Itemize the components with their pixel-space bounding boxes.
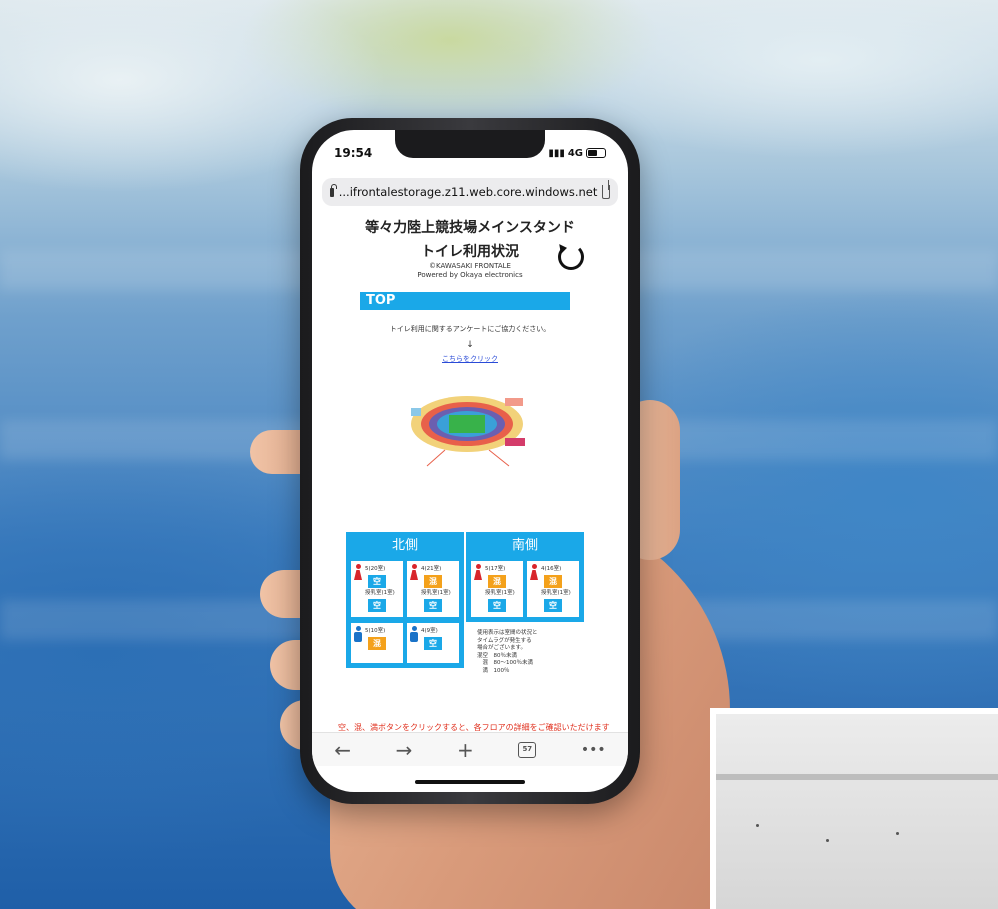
female-icon xyxy=(474,564,482,580)
south-side-panel: 南側 5(17室) 混 授乳室(1室) 空 4(16室) 混 授乳室(1室) 空 xyxy=(466,532,584,622)
page-title-line1: 等々力陸上競技場メインスタンド xyxy=(365,220,575,236)
status-button[interactable]: 混 xyxy=(368,637,386,650)
status-button[interactable]: 混 xyxy=(544,575,562,588)
north-female-5-cell: 5(20室) 空 授乳室(1室) 空 xyxy=(351,561,403,617)
reload-icon[interactable] xyxy=(558,244,584,270)
male-icon xyxy=(410,626,418,642)
status-bar: 19:54 ▮▮▮ 4G xyxy=(334,144,606,162)
survey-text: トイレ利用に関するアンケートにご協力ください。 xyxy=(389,325,551,333)
female-icon xyxy=(530,564,538,580)
legend-line: 満 100％ xyxy=(477,667,510,674)
browser-toolbar: ← → + 57 ••• xyxy=(312,732,628,766)
new-tab-plus-icon[interactable]: + xyxy=(457,738,474,762)
status-button[interactable]: 混 xyxy=(424,575,442,588)
legend-line: 混空 80％未満 xyxy=(477,652,517,659)
tabs-count-button[interactable]: 57 xyxy=(518,741,537,758)
white-device xyxy=(710,708,998,909)
male-icon xyxy=(354,626,362,642)
more-menu-icon[interactable]: ••• xyxy=(581,742,606,758)
legend-line: 場合がございます。 xyxy=(477,645,526,651)
battery-icon xyxy=(586,148,606,158)
status-time: 19:54 xyxy=(334,146,373,160)
url-text[interactable]: ...ifrontalestorage.z11.web.core.windows… xyxy=(339,185,598,199)
usage-legend: 使用表示は室間の状況と タイムラグが発生する 場合がございます。 混空 80％未… xyxy=(477,630,567,675)
nursing-room-label: 授乳室(1室) xyxy=(421,590,451,596)
share-icon[interactable] xyxy=(602,180,610,199)
home-indicator xyxy=(415,780,525,784)
forward-arrow-icon[interactable]: → xyxy=(396,738,413,762)
north-side-panel: 北側 5(20室) 空 授乳室(1室) 空 4(21室) 混 授乳室(1室) 空… xyxy=(346,532,464,668)
nursing-room-label: 授乳室(1室) xyxy=(365,590,395,596)
legend-line: タイムラグが発生する xyxy=(477,637,532,644)
network-type: 4G xyxy=(567,147,583,159)
signal-icon: ▮▮▮ xyxy=(548,147,565,159)
back-arrow-icon[interactable]: ← xyxy=(334,738,351,762)
nursing-room-label: 授乳室(1室) xyxy=(541,590,571,596)
nursing-status-button[interactable]: 空 xyxy=(488,599,506,612)
north-female-4-cell: 4(21室) 混 授乳室(1室) 空 xyxy=(407,561,459,617)
stadium-map xyxy=(405,388,535,468)
arrow-down-icon: ↓ xyxy=(466,340,474,350)
female-icon xyxy=(410,564,418,580)
section-top-bar: TOP xyxy=(360,292,570,310)
north-male-5-cell: 5(10室) 混 xyxy=(351,623,403,663)
south-side-header: 南側 xyxy=(511,538,538,553)
address-bar[interactable]: ...ifrontalestorage.z11.web.core.windows… xyxy=(322,178,618,206)
nursing-status-button[interactable]: 空 xyxy=(544,599,562,612)
smartphone: 19:54 ▮▮▮ 4G ...ifrontalestorage.z11.web… xyxy=(300,118,640,804)
south-female-5-cell: 5(17室) 混 授乳室(1室) 空 xyxy=(471,561,523,617)
phone-screen: 19:54 ▮▮▮ 4G ...ifrontalestorage.z11.web… xyxy=(312,130,628,792)
legend-line: 混 80〜100％未満 xyxy=(477,660,534,666)
north-male-4-cell: 4(9室) 空 xyxy=(407,623,459,663)
female-icon xyxy=(354,564,362,580)
legend-line: 使用表示は室間の状況と xyxy=(477,630,538,636)
nursing-status-button[interactable]: 空 xyxy=(424,599,442,612)
page-content: 等々力陸上競技場メインスタンド トイレ利用状況 ©KAWASAKI FRONTA… xyxy=(312,214,628,468)
nursing-status-button[interactable]: 空 xyxy=(368,599,386,612)
status-button[interactable]: 空 xyxy=(368,575,386,588)
north-side-header: 北側 xyxy=(391,538,418,553)
powered-by: Powered by Okaya electronics xyxy=(417,271,523,279)
nursing-room-label: 授乳室(1室) xyxy=(485,590,515,596)
status-button[interactable]: 空 xyxy=(424,637,442,650)
lock-icon xyxy=(330,183,337,197)
status-button[interactable]: 混 xyxy=(488,575,506,588)
south-female-4-cell: 4(16室) 混 授乳室(1室) 空 xyxy=(527,561,579,617)
survey-link[interactable]: こちらをクリック xyxy=(312,354,628,364)
